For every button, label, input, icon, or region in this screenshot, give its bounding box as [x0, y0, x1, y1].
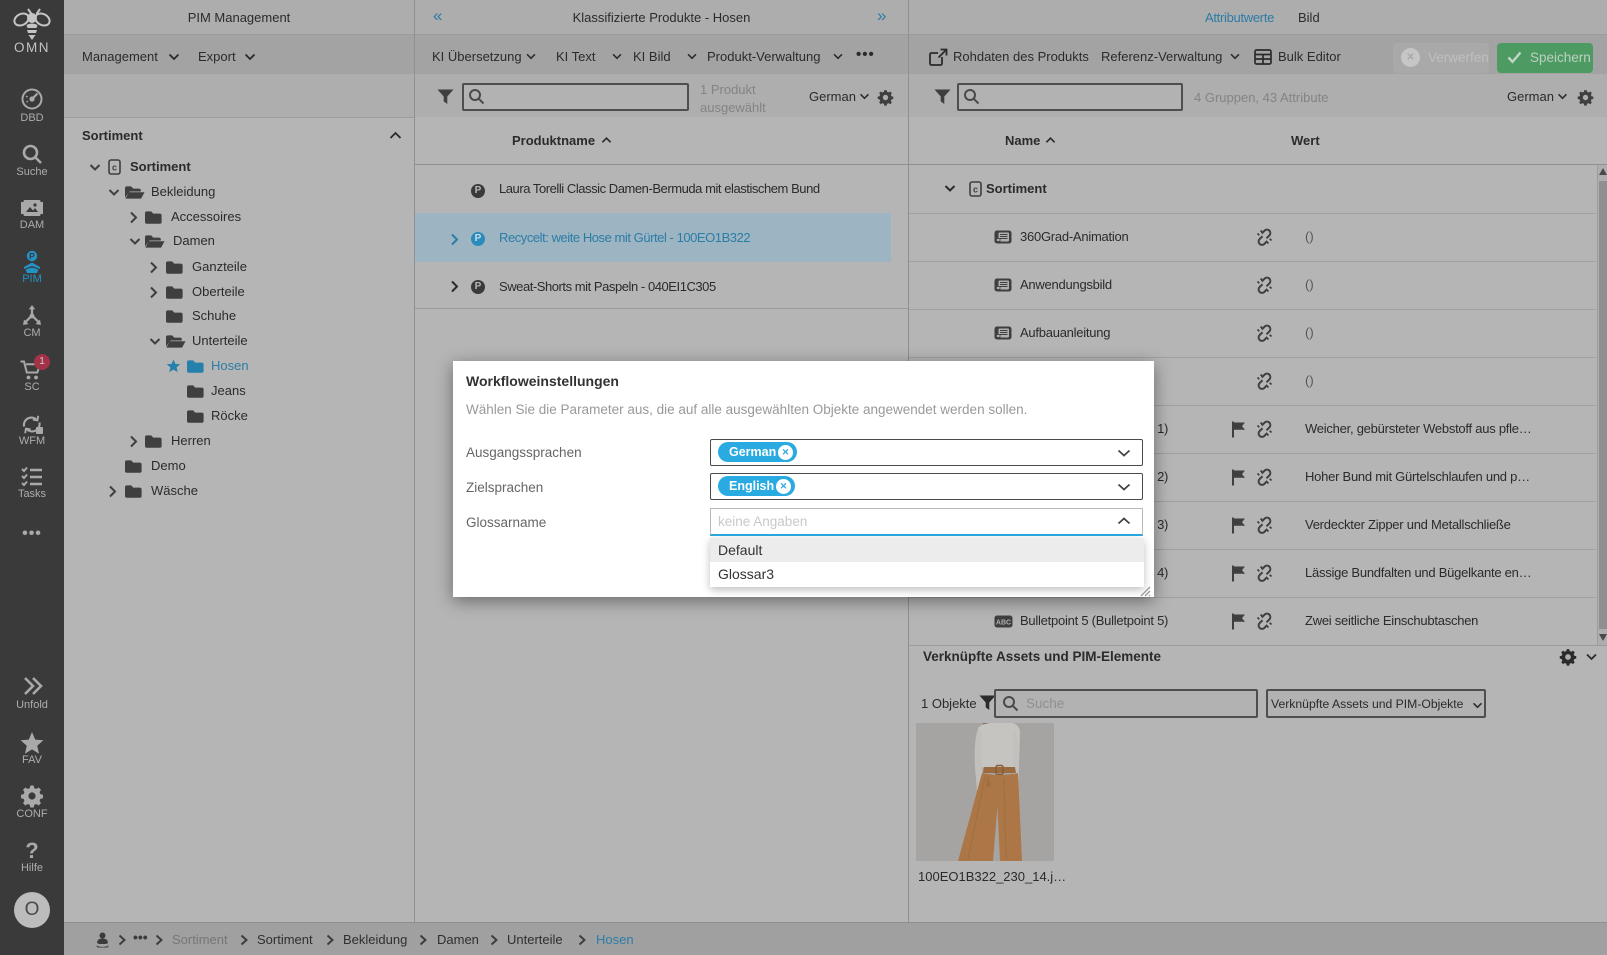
- svg-text:c: c: [112, 163, 117, 173]
- svg-text:P: P: [29, 251, 35, 261]
- svg-text:c: c: [973, 185, 978, 195]
- svg-text:ABC: ABC: [996, 619, 1011, 626]
